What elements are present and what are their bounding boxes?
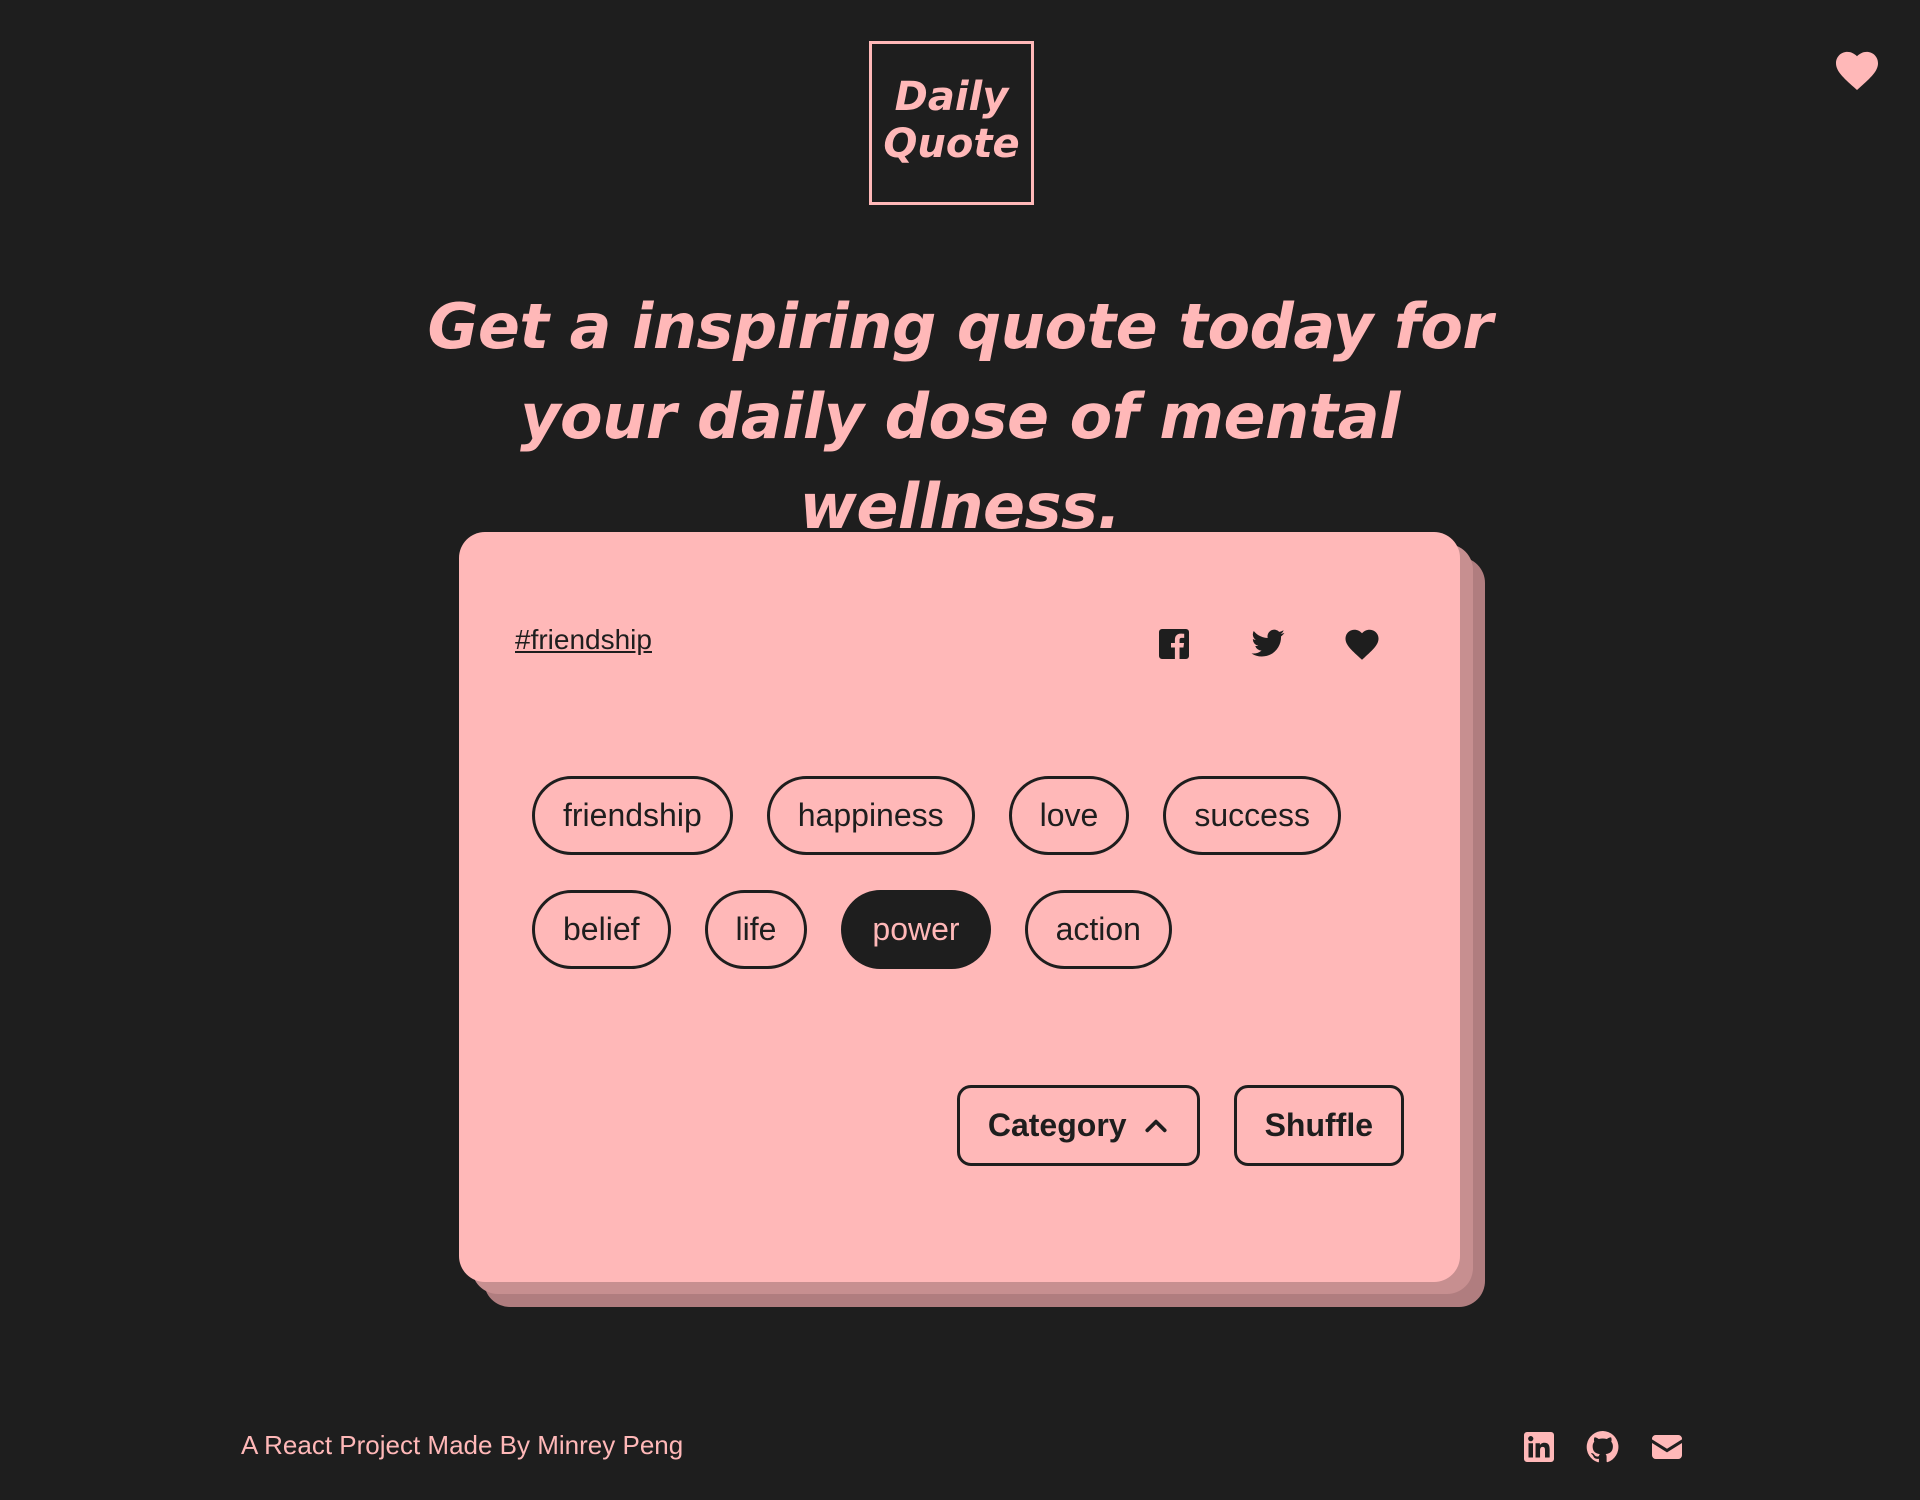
category-chip-power[interactable]: power xyxy=(841,890,991,969)
chevron-up-icon xyxy=(1143,1113,1169,1139)
shuffle-button-label: Shuffle xyxy=(1264,1107,1373,1143)
logo-text: Daily Quote xyxy=(883,74,1020,167)
category-chip-friendship[interactable]: friendship xyxy=(532,776,733,855)
page-headline: Get a inspiring quote today for your dai… xyxy=(427,290,1493,543)
linkedin-icon[interactable] xyxy=(1521,1429,1557,1465)
heart-icon[interactable] xyxy=(1834,49,1880,91)
category-button-label: Category xyxy=(987,1107,1127,1143)
email-icon[interactable] xyxy=(1649,1429,1685,1465)
category-chip-life[interactable]: life xyxy=(704,890,808,969)
github-icon[interactable] xyxy=(1585,1429,1621,1465)
footer-social-links xyxy=(1521,1429,1685,1465)
twitter-icon[interactable] xyxy=(1250,626,1286,662)
category-chip-success[interactable]: success xyxy=(1163,776,1341,855)
category-chip-happiness[interactable]: happiness xyxy=(766,776,975,855)
category-button[interactable]: Category xyxy=(956,1085,1200,1166)
category-chip-action[interactable]: action xyxy=(1024,890,1172,969)
share-icons xyxy=(1156,626,1380,662)
category-chip-belief[interactable]: belief xyxy=(532,890,671,969)
shuffle-button[interactable]: Shuffle xyxy=(1233,1085,1404,1166)
logo[interactable]: Daily Quote xyxy=(869,41,1034,205)
current-tag-link[interactable]: #friendship xyxy=(515,624,652,656)
facebook-icon[interactable] xyxy=(1156,626,1192,662)
category-chips: friendship happiness love success belief… xyxy=(532,776,1412,969)
quote-card: #friendship friendship happiness love su… xyxy=(459,532,1460,1282)
category-chip-love[interactable]: love xyxy=(1008,776,1130,855)
heart-icon[interactable] xyxy=(1344,626,1380,662)
footer-credit: A React Project Made By Minrey Peng xyxy=(241,1430,684,1460)
card-actions: Category Shuffle xyxy=(956,1085,1404,1166)
